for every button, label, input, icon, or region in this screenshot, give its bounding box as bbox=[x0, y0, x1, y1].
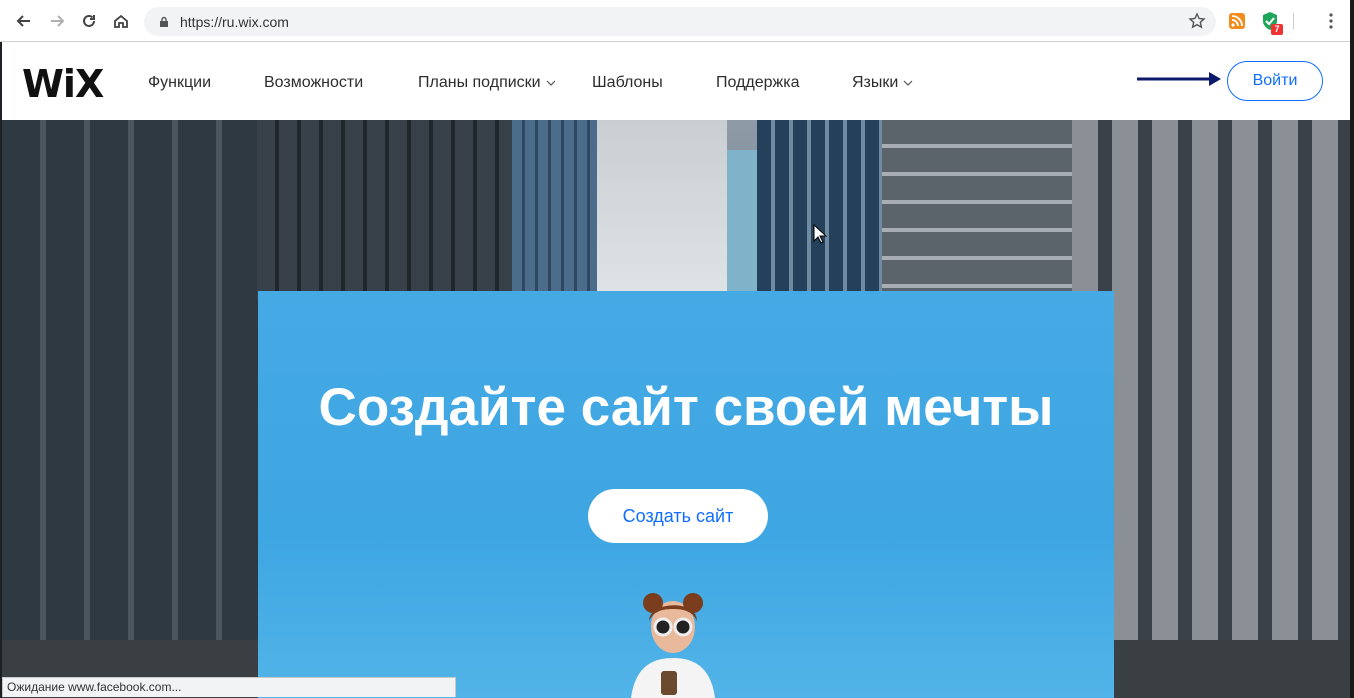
more-menu-icon[interactable] bbox=[1328, 11, 1334, 31]
building-image bbox=[597, 120, 727, 295]
site-header: WiX Функции Возможности Планы подписки Ш… bbox=[2, 42, 1350, 120]
arrow-right-icon bbox=[51, 15, 65, 27]
hero-title: Создайте сайт своей мечты bbox=[318, 378, 1054, 437]
home-button[interactable] bbox=[109, 9, 133, 33]
status-bar: Ожидание www.facebook.com... bbox=[2, 677, 456, 697]
bookmark-star-icon[interactable] bbox=[1188, 12, 1206, 30]
forward-button[interactable] bbox=[45, 9, 69, 33]
window-border bbox=[1350, 0, 1354, 698]
nav-label: Возможности bbox=[264, 74, 364, 91]
login-button[interactable]: Войти bbox=[1227, 61, 1323, 101]
nav-capabilities[interactable]: Возможности bbox=[264, 74, 363, 92]
nav-label: Поддержка bbox=[716, 74, 800, 91]
nav-functions[interactable]: Функции bbox=[148, 74, 211, 92]
nav-templates[interactable]: Шаблоны bbox=[592, 74, 663, 92]
lock-icon bbox=[160, 16, 168, 27]
building-image bbox=[757, 120, 887, 295]
chevron-down-icon bbox=[903, 80, 913, 86]
nav-label: Функции bbox=[148, 74, 212, 91]
extension-badge: 7 bbox=[1271, 24, 1283, 35]
rss-icon bbox=[1231, 15, 1243, 27]
building-image bbox=[257, 120, 517, 300]
arrow-left-icon bbox=[16, 15, 30, 27]
building-image bbox=[512, 120, 597, 295]
woman-photo bbox=[631, 593, 715, 698]
mouse-cursor-icon bbox=[813, 224, 827, 244]
create-site-button[interactable]: Создать сайт bbox=[588, 489, 768, 543]
nav-label: Планы подписки bbox=[418, 74, 541, 91]
address-bar[interactable]: https://ru.wix.com bbox=[144, 7, 1216, 36]
reload-icon bbox=[83, 14, 95, 27]
chevron-down-icon bbox=[546, 80, 556, 86]
nav-label: Языки bbox=[852, 74, 899, 91]
wix-logo[interactable]: WiX bbox=[22, 62, 104, 106]
browser-toolbar: https://ru.wix.com 7 bbox=[0, 0, 1354, 42]
rss-extension-icon[interactable] bbox=[1229, 13, 1245, 29]
toolbar-separator bbox=[1293, 13, 1294, 29]
home-icon bbox=[114, 14, 128, 28]
back-button[interactable] bbox=[12, 9, 36, 33]
url-text: https://ru.wix.com bbox=[180, 13, 289, 30]
building-image bbox=[727, 150, 757, 295]
nav-languages[interactable]: Языки bbox=[852, 74, 913, 92]
reload-button[interactable] bbox=[77, 9, 101, 33]
nav-support[interactable]: Поддержка bbox=[716, 74, 799, 92]
nav-label: Шаблоны bbox=[592, 74, 663, 91]
annotation-arrow-icon bbox=[1137, 72, 1221, 86]
building-image bbox=[2, 120, 262, 698]
nav-plans[interactable]: Планы подписки bbox=[418, 74, 556, 92]
hero-card: Создайте сайт своей мечты Создать сайт bbox=[258, 291, 1114, 698]
